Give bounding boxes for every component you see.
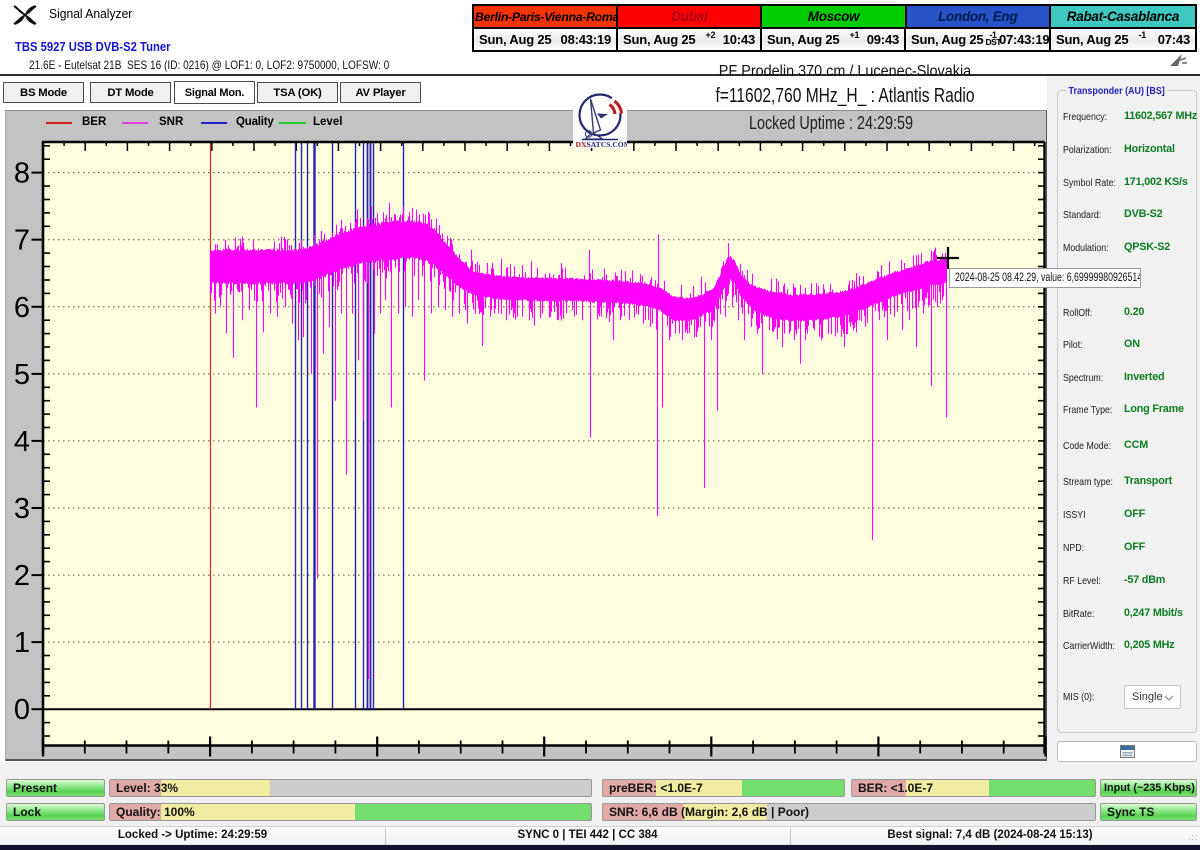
svg-text:0: 0 xyxy=(14,694,30,726)
svg-text:4: 4 xyxy=(14,426,30,458)
svg-text:5: 5 xyxy=(14,359,30,391)
svg-text:SATCS.COM: SATCS.COM xyxy=(587,140,628,148)
svg-text:8: 8 xyxy=(14,158,30,190)
svg-text:1: 1 xyxy=(14,627,30,659)
svg-text:6: 6 xyxy=(14,292,30,324)
svg-text:7: 7 xyxy=(14,225,30,257)
svg-text:DX: DX xyxy=(576,140,587,148)
svg-text:3: 3 xyxy=(14,493,30,525)
svg-text:2: 2 xyxy=(14,560,30,592)
